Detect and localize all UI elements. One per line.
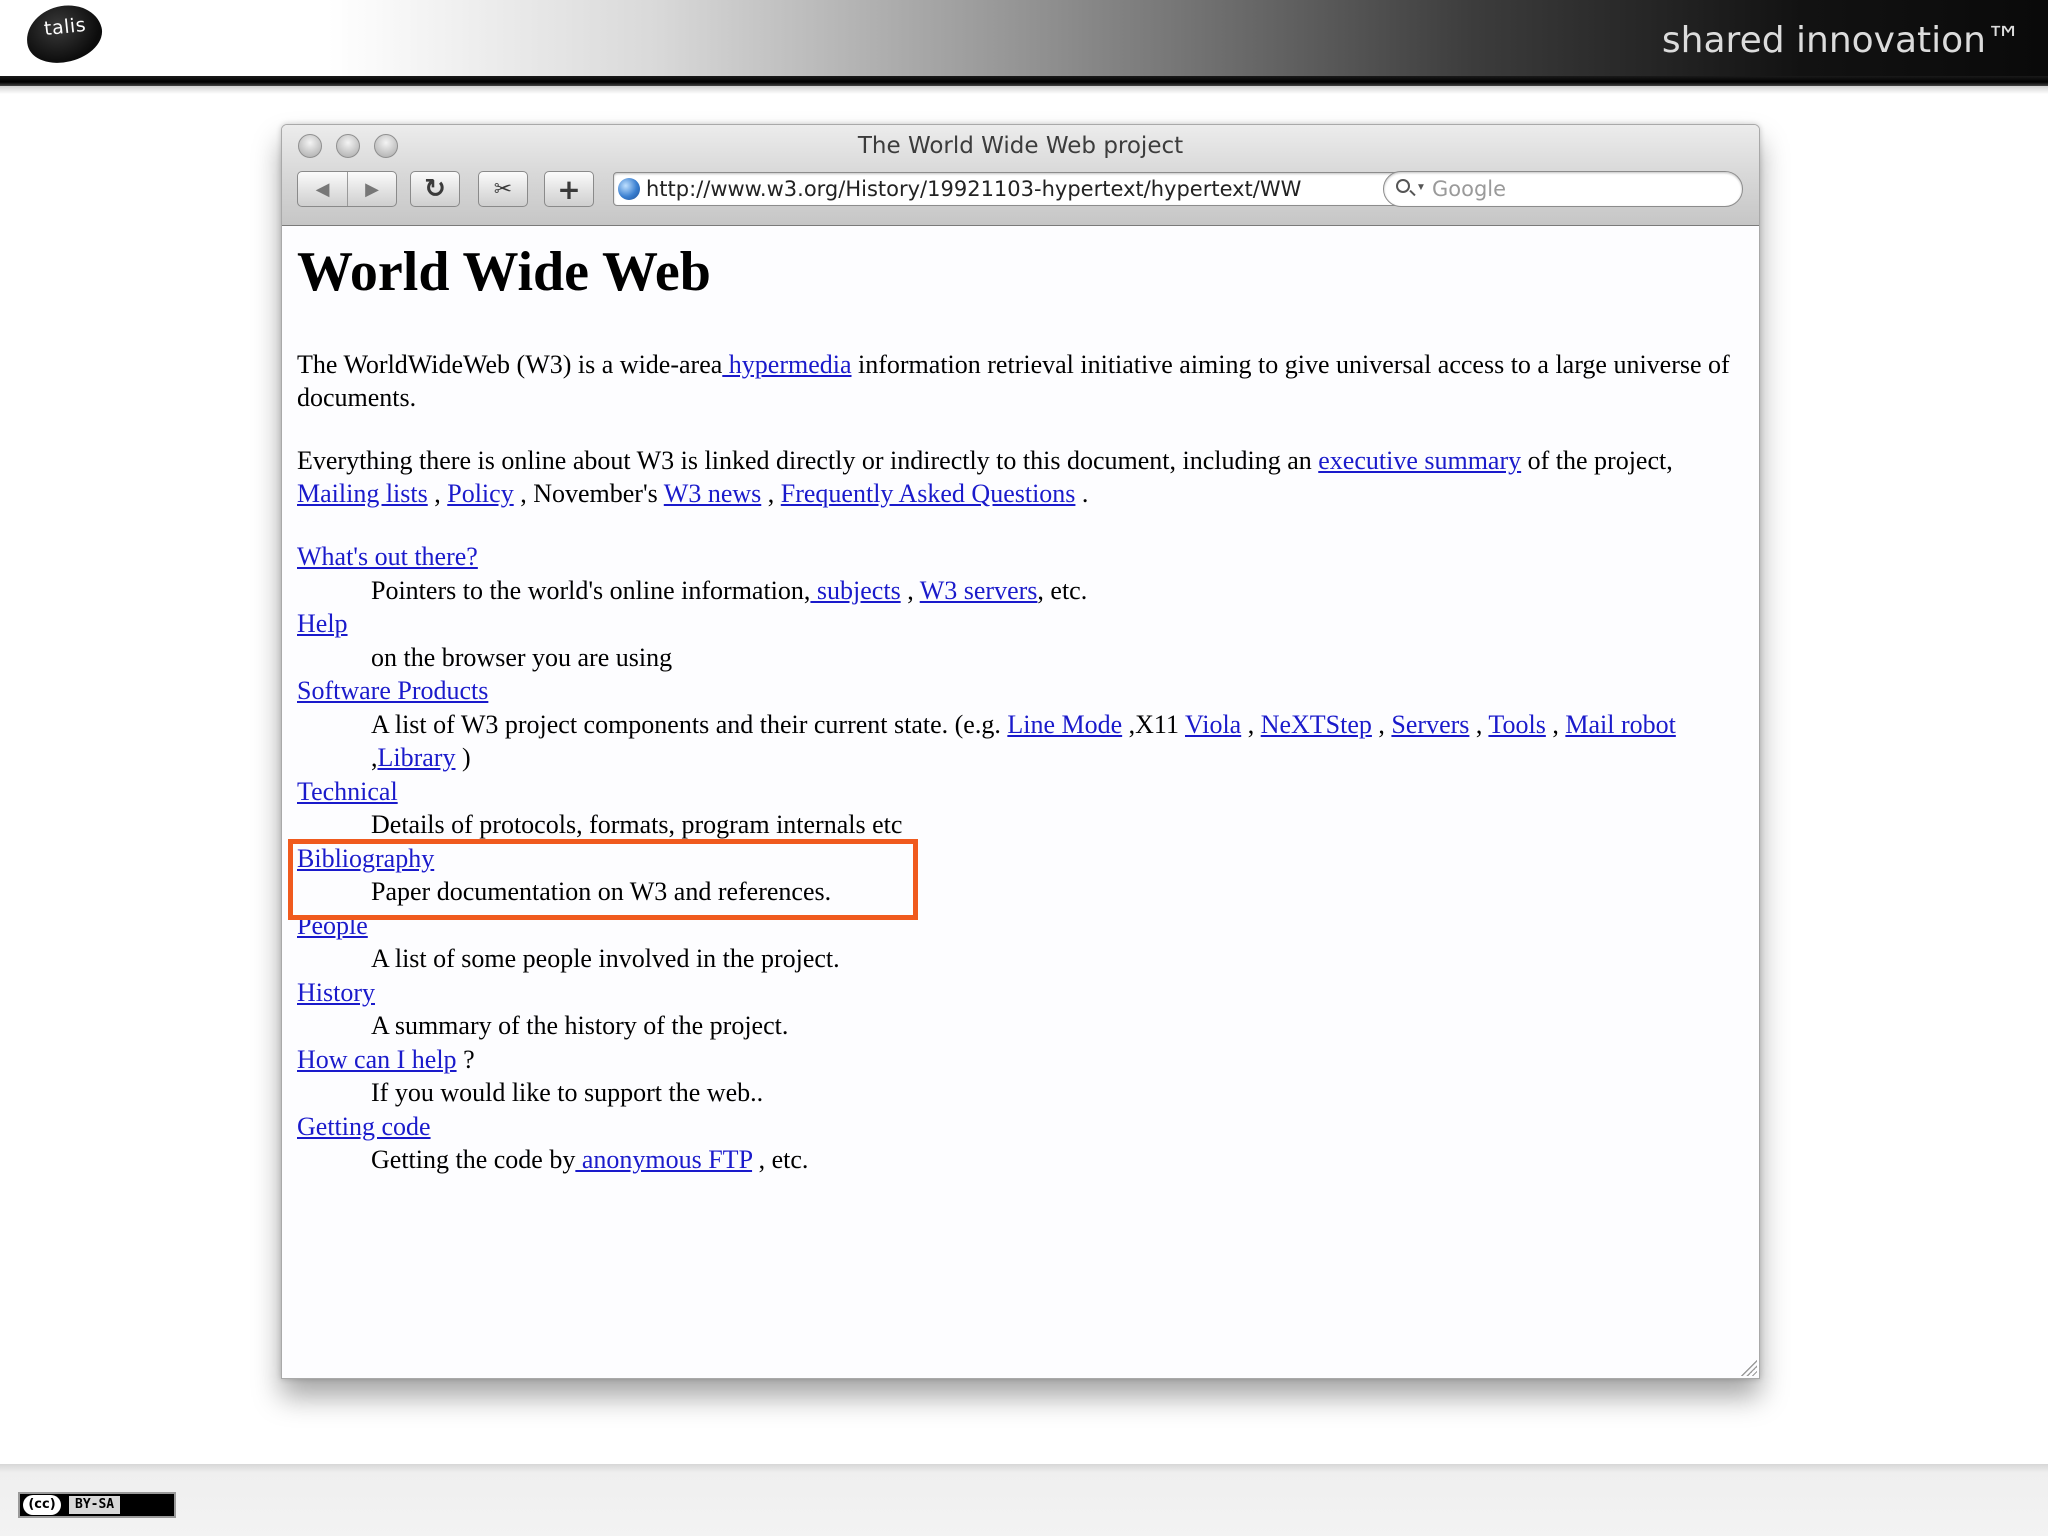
link-software-products[interactable]: Software Products — [297, 676, 488, 705]
list-item-term: Software Products — [297, 674, 1757, 708]
list-item-description: If you would like to support the web.. — [371, 1078, 764, 1107]
search-icon[interactable] — [1396, 179, 1410, 193]
desc-text: , etc. — [752, 1145, 809, 1174]
url-text[interactable]: http://www.w3.org/History/19921103-hyper… — [646, 177, 1301, 201]
overview-text-4: , November's — [513, 479, 664, 508]
reload-button[interactable]: ↻ — [410, 171, 460, 207]
list-item-term: People — [297, 909, 1757, 943]
page-title: World Wide Web — [297, 241, 711, 303]
cc-license-badge: (cc) BY-SA — [18, 1492, 176, 1518]
list-item-description: Details of protocols, formats, program i… — [371, 810, 903, 839]
link-history[interactable]: History — [297, 978, 375, 1007]
search-dropdown-icon[interactable]: ▼ — [1416, 182, 1426, 193]
window-title: The World Wide Web project — [857, 133, 1184, 159]
forward-arrow-icon: ▶ — [365, 178, 379, 200]
list-item-term: What's out there? — [297, 540, 1757, 574]
browser-window: The World Wide Web project ◀ ▶ ↻ ✂ + htt… — [281, 124, 1760, 1379]
overview-text-2: of the project, — [1521, 446, 1673, 475]
list-item-description: A list of W3 project components and thei… — [371, 708, 1757, 775]
snip-button[interactable]: ✂ — [478, 171, 528, 207]
list-item-term: How can I help ? — [297, 1043, 1757, 1077]
browser-toolbar: The World Wide Web project ◀ ▶ ↻ ✂ + htt… — [282, 125, 1759, 226]
list-item-description: A list of some people involved in the pr… — [371, 944, 840, 973]
list-item-term: Technical — [297, 775, 1757, 809]
link-subjects[interactable]: subjects — [810, 576, 901, 605]
link-viola[interactable]: Viola — [1185, 710, 1241, 739]
list-item-term: Bibliography — [297, 842, 1757, 876]
link-mail-robot[interactable]: Mail robot — [1565, 710, 1676, 739]
link-bibliography[interactable]: Bibliography — [297, 844, 434, 873]
link-policy[interactable]: Policy — [447, 479, 513, 508]
license-label: BY-SA — [69, 1496, 121, 1514]
link-mailing-lists[interactable]: Mailing lists — [297, 479, 428, 508]
cc-icon: (cc) — [23, 1495, 61, 1515]
link-w3-servers[interactable]: W3 servers — [920, 576, 1038, 605]
desc-text: ) — [455, 743, 471, 772]
link-help[interactable]: Help — [297, 609, 348, 638]
intro-text-before: The WorldWideWeb (W3) is a wide-area — [297, 350, 723, 379]
forward-button[interactable]: ▶ — [348, 172, 396, 206]
desc-text: , — [1469, 709, 1489, 739]
desc-text: ,X11 — [1122, 709, 1185, 739]
link-servers[interactable]: Servers — [1391, 710, 1469, 739]
link-nextstep[interactable]: NeXTStep — [1261, 710, 1372, 739]
slide-header: talis shared innovation™ — [0, 0, 2048, 76]
desc-text: , — [900, 575, 920, 605]
back-button[interactable]: ◀ — [298, 172, 348, 206]
list-item-term: Help — [297, 607, 1757, 641]
term-suffix: ? — [456, 1044, 475, 1074]
link-executive-summary[interactable]: executive summary — [1318, 446, 1521, 475]
list-item-term: Getting code — [297, 1110, 1757, 1144]
header-shadow — [0, 86, 2048, 94]
scissors-icon: ✂ — [493, 176, 513, 202]
link-whats-out-there[interactable]: What's out there? — [297, 542, 478, 571]
desc-text: , etc. — [1037, 575, 1088, 605]
link-faq[interactable]: Frequently Asked Questions — [781, 479, 1076, 508]
overview-paragraph: Everything there is online about W3 is l… — [297, 444, 1757, 510]
list-item-term: History — [297, 976, 1757, 1010]
link-how-can-i-help[interactable]: How can I help — [297, 1045, 457, 1074]
web-page-content: World Wide Web The WorldWideWeb (W3) is … — [282, 226, 1759, 1378]
link-people[interactable]: People — [297, 911, 368, 940]
slide-footer: (cc) BY-SA — [0, 1464, 2048, 1536]
desc-text: , — [1241, 709, 1261, 739]
globe-icon — [618, 178, 640, 200]
slide: talis shared innovation™ The World Wide … — [0, 0, 2048, 1536]
list-item-description: Pointers to the world's online informati… — [371, 574, 1757, 608]
link-tools[interactable]: Tools — [1488, 710, 1545, 739]
link-w3-news[interactable]: W3 news — [664, 479, 761, 508]
list-item-description: on the browser you are using — [371, 642, 673, 672]
reload-icon: ↻ — [424, 174, 446, 204]
back-forward-group: ◀ ▶ — [297, 171, 397, 207]
overview-text-5: , — [761, 479, 781, 508]
list-item-description: Getting the code by anonymous FTP , etc. — [371, 1143, 1757, 1177]
link-anonymous-ftp[interactable]: anonymous FTP — [575, 1145, 752, 1174]
resize-grip-icon[interactable] — [1739, 1358, 1757, 1376]
list-item-description: Paper documentation on W3 and references… — [371, 877, 832, 906]
link-technical[interactable]: Technical — [297, 777, 398, 806]
overview-text-1: Everything there is online about W3 is l… — [297, 446, 1319, 475]
logo-text: talis — [42, 13, 88, 41]
slide-tagline: shared innovation™ — [1661, 20, 2022, 61]
back-arrow-icon: ◀ — [315, 178, 330, 200]
topic-list: What's out there? Pointers to the world'… — [297, 540, 1757, 1177]
link-getting-code[interactable]: Getting code — [297, 1112, 431, 1141]
desc-text: A list of W3 project components and thei… — [371, 709, 1008, 739]
add-bookmark-button[interactable]: + — [544, 171, 594, 207]
desc-text: , — [1545, 709, 1566, 739]
plus-icon: + — [557, 172, 581, 206]
desc-text: Getting the code by — [371, 1145, 576, 1174]
list-item-description: A summary of the history of the project. — [371, 1011, 789, 1040]
overview-text-3: , — [427, 479, 448, 508]
search-placeholder: Google — [1432, 177, 1507, 201]
overview-text-6: . — [1075, 479, 1089, 508]
link-line-mode[interactable]: Line Mode — [1007, 710, 1122, 739]
search-field[interactable]: ▼ Google — [1383, 171, 1743, 207]
link-hypermedia[interactable]: hypermedia — [722, 350, 852, 379]
intro-paragraph: The WorldWideWeb (W3) is a wide-area hyp… — [297, 348, 1757, 414]
header-rule — [0, 76, 2048, 86]
desc-text: , — [1371, 709, 1392, 739]
desc-text: Pointers to the world's online informati… — [371, 575, 811, 605]
link-library[interactable]: Library — [378, 743, 456, 772]
